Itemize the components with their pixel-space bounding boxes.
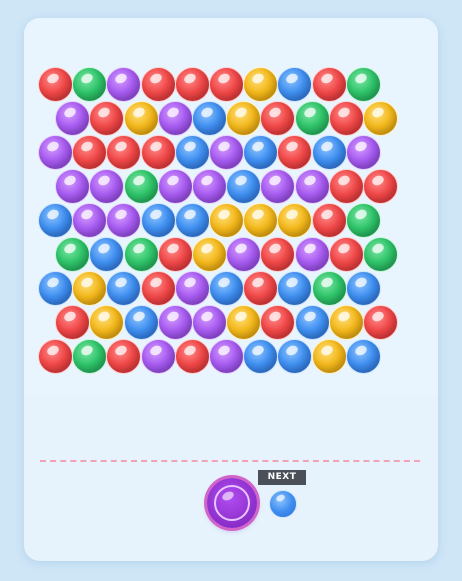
bubble-blue <box>174 135 210 170</box>
bubble-yellow <box>277 203 313 238</box>
bubble-purple <box>209 339 244 374</box>
bubble-red <box>140 67 176 102</box>
shooter-bubble[interactable] <box>207 478 257 528</box>
bubble-blue <box>277 339 313 374</box>
bubble-red <box>243 271 279 306</box>
bubble-green <box>123 169 159 204</box>
deadline-dashed-line <box>40 460 420 462</box>
bubble-purple <box>260 169 296 204</box>
bubble-red <box>38 67 73 102</box>
bubble-red <box>362 305 398 340</box>
bubble-yellow <box>328 305 364 340</box>
bubble-blue <box>209 271 244 306</box>
bubble-green <box>311 271 347 306</box>
bubble-purple <box>191 305 227 340</box>
bubble-green <box>123 237 159 272</box>
bubble-blue <box>226 169 262 204</box>
bubble-red <box>328 169 364 204</box>
bubble-red <box>328 101 364 136</box>
bubble-purple <box>72 203 108 238</box>
bubble-green <box>345 203 381 238</box>
bubble-red <box>106 339 142 374</box>
bubble-yellow <box>191 237 227 272</box>
bubble-red <box>311 203 347 238</box>
bubble-red <box>140 135 176 170</box>
bubble-grid[interactable] <box>24 18 438 395</box>
bubble-red <box>106 135 142 170</box>
bubble-yellow <box>72 271 108 306</box>
bubble-green <box>72 339 108 374</box>
bubble-red <box>140 271 176 306</box>
bubble-red <box>89 101 125 136</box>
bubble-blue <box>243 135 279 170</box>
bubble-purple <box>345 135 381 170</box>
bubble-green <box>362 237 398 272</box>
bubble-blue <box>294 305 330 340</box>
bubble-red <box>362 169 398 204</box>
bubble-red <box>260 305 296 340</box>
bubble-red <box>311 67 347 102</box>
bubble-yellow <box>226 101 262 136</box>
bubble-yellow <box>209 203 244 238</box>
bubble-purple <box>209 135 244 170</box>
bubble-yellow <box>226 305 262 340</box>
bubble-purple <box>140 339 176 374</box>
bubble-purple <box>191 169 227 204</box>
bubble-blue <box>311 135 347 170</box>
bubble-yellow <box>123 101 159 136</box>
bubble-red <box>174 67 210 102</box>
bubble-purple <box>157 305 193 340</box>
bubble-purple <box>106 203 142 238</box>
bubble-blue <box>106 271 142 306</box>
bubble-blue <box>140 203 176 238</box>
bubble-blue <box>89 237 125 272</box>
bubble-red <box>260 237 296 272</box>
bubble-green <box>345 67 381 102</box>
bubble-purple <box>294 237 330 272</box>
next-bubble <box>269 490 297 518</box>
bubble-blue <box>277 271 313 306</box>
bubble-yellow <box>311 339 347 374</box>
bubble-purple <box>157 101 193 136</box>
bubble-yellow <box>243 67 279 102</box>
bubble-purple <box>226 237 262 272</box>
next-label: NEXT <box>258 470 306 485</box>
bubble-blue <box>191 101 227 136</box>
bubble-red <box>38 339 73 374</box>
bubble-blue <box>243 339 279 374</box>
bubble-purple <box>55 169 91 204</box>
bubble-green <box>294 101 330 136</box>
bubble-grid-area[interactable] <box>24 18 438 395</box>
bubble-blue <box>123 305 159 340</box>
bubble-green <box>72 67 108 102</box>
bubble-blue <box>277 67 313 102</box>
bubble-blue <box>38 271 73 306</box>
bubble-purple <box>55 101 91 136</box>
bubble-yellow <box>243 203 279 238</box>
bubble-red <box>174 339 210 374</box>
bubble-red <box>328 237 364 272</box>
bubble-red <box>157 237 193 272</box>
bubble-red <box>209 67 244 102</box>
bubble-yellow <box>362 101 398 136</box>
bubble-red <box>72 135 108 170</box>
bubble-red <box>55 305 91 340</box>
bubble-purple <box>294 169 330 204</box>
bubble-purple <box>174 271 210 306</box>
bubble-red <box>277 135 313 170</box>
shooter-ring <box>214 485 250 521</box>
game-board[interactable]: NEXT <box>24 18 438 561</box>
bubble-blue <box>345 339 381 374</box>
bubble-blue <box>174 203 210 238</box>
bubble-purple <box>157 169 193 204</box>
bubble-green <box>55 237 91 272</box>
bubble-purple <box>106 67 142 102</box>
bubble-red <box>260 101 296 136</box>
bubble-blue <box>38 203 73 238</box>
bubble-blue <box>345 271 381 306</box>
bubble-purple <box>38 135 73 170</box>
bubble-yellow <box>89 305 125 340</box>
bubble-purple <box>89 169 125 204</box>
